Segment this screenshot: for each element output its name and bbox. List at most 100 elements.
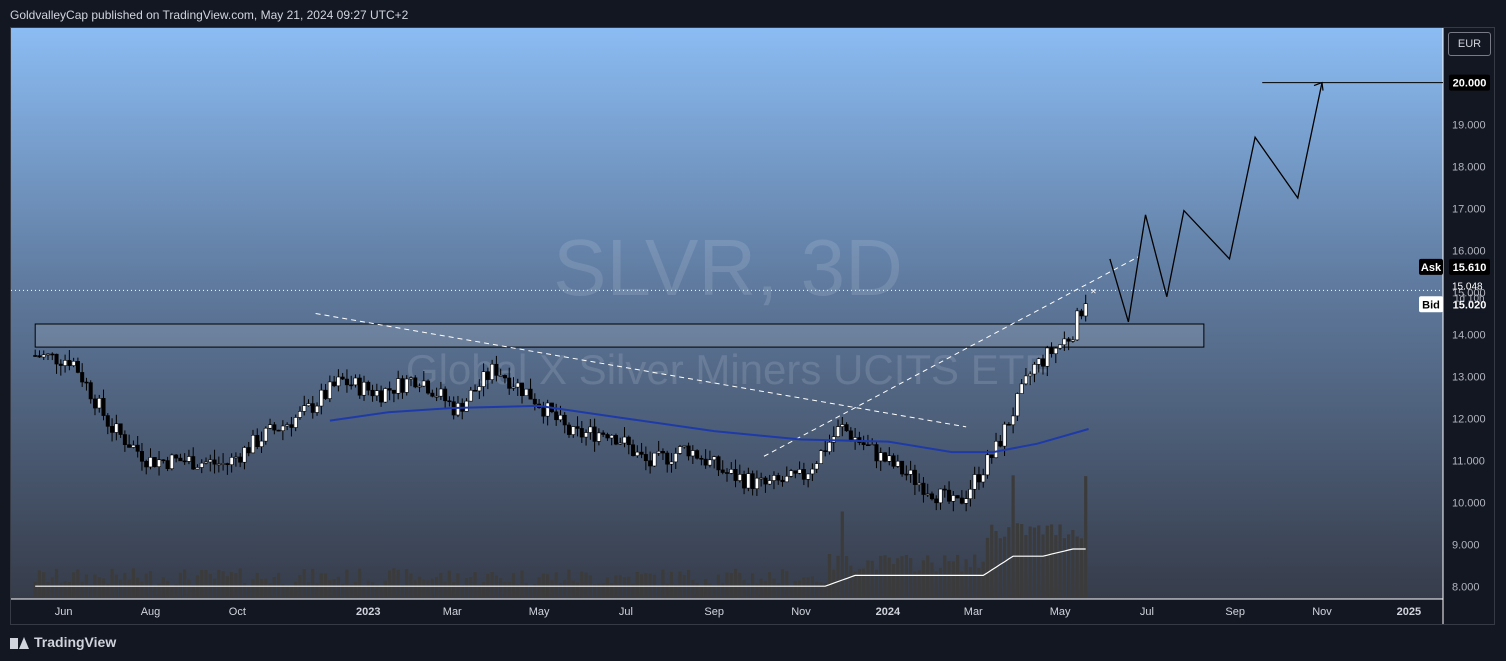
candle-body [524,388,529,396]
candle-body [601,432,606,435]
volume-bar [938,568,943,597]
candle-body [391,389,396,394]
volume-bar [768,572,772,597]
volume-bar [33,581,37,597]
volume-bar [443,581,447,597]
volume-bar [400,585,405,597]
candle-body [507,377,512,389]
x-tick-label: Sep [1225,606,1245,618]
tradingview-footer[interactable]: TradingView [10,634,116,650]
candle-body [729,469,734,474]
volume-bar [80,581,84,597]
volume-bar [785,571,789,597]
volume-bar [541,573,545,597]
volume-bar [319,573,323,597]
candle-body [746,473,751,489]
candle-body [806,473,811,480]
volume-bar [306,582,311,597]
price-chart[interactable]: SLVR, 3D Global X Silver Miners UCITS ET… [0,0,1506,661]
x-tick-label: Mar [964,606,983,618]
candle-body [631,444,636,457]
candle-body [233,456,238,459]
candle-body [1006,423,1011,426]
x-tick-label: May [1050,606,1071,618]
candle-body [814,463,819,470]
candle-body [959,497,964,504]
volume-bar [469,577,473,597]
candle-body [161,459,166,462]
candle-body [964,498,969,504]
volume-bar [776,583,780,597]
candle-body [302,405,307,412]
volume-bar [1084,476,1088,597]
candle-body [63,360,68,366]
volume-bar [153,585,157,597]
candle-body [827,441,832,452]
volume-bar [930,562,934,597]
volume-bar [524,582,528,597]
currency-button[interactable]: EUR [1448,32,1491,56]
candle-body [861,442,866,446]
volume-bar [866,560,870,597]
volume-bar [704,578,708,597]
volume-bar [388,570,392,597]
volume-bar [481,582,486,597]
candle-body [793,470,798,474]
volume-bar [1002,536,1007,597]
candle-body [238,456,243,463]
candle-body [690,450,695,457]
volume-bar [605,577,610,597]
volume-bar [217,569,221,597]
volume-bar [874,569,879,597]
volume-bar [896,558,900,597]
candle-body [468,389,473,402]
candle-body [199,462,204,468]
volume-bar [165,580,170,597]
y-tick-label: 12.000 [1452,413,1486,425]
candle-body [131,444,136,448]
volume-bar [571,580,575,597]
volume-bar [148,571,153,597]
candle-body [105,415,110,427]
y-tick-label: 8.000 [1452,581,1480,593]
symbol-watermark: SLVR, 3D [553,223,903,312]
volume-bar [54,568,59,597]
candle-body [182,460,187,463]
ask-value: 15.610 [1453,262,1487,274]
volume-bar [537,577,541,597]
candle-body [639,451,644,455]
candle-body [801,469,806,480]
volume-bar [1049,524,1054,597]
candle-body [413,377,418,388]
y-tick-label: 19.000 [1452,120,1486,132]
volume-bar [1024,535,1028,597]
candle-body [929,493,934,500]
volume-bar [439,572,443,597]
candle-body [810,468,815,475]
x-tick-label: Jun [55,606,73,618]
tradingview-brand: TradingView [34,634,117,650]
volume-bar [464,578,469,597]
volume-bar [511,573,516,597]
volume-bar [870,560,874,597]
candle-body [1045,347,1050,367]
candle-body [874,444,879,462]
candle-body [75,360,80,373]
candle-body [605,434,610,439]
candle-body [208,459,213,463]
volume-bar [110,568,114,597]
candle-body [848,430,853,441]
volume-bar [699,586,703,597]
resistance-zone [34,323,1205,348]
volume-bar [550,580,554,597]
candle-body [1058,344,1063,349]
volume-bar [1037,525,1041,597]
volume-bar [947,561,951,597]
volume-bar [1007,527,1011,597]
candle-body [421,380,426,387]
candle-body [673,453,678,463]
volume-bar [985,537,990,597]
candle-body [942,488,947,491]
candle-body [895,460,900,467]
volume-bar [678,571,682,597]
